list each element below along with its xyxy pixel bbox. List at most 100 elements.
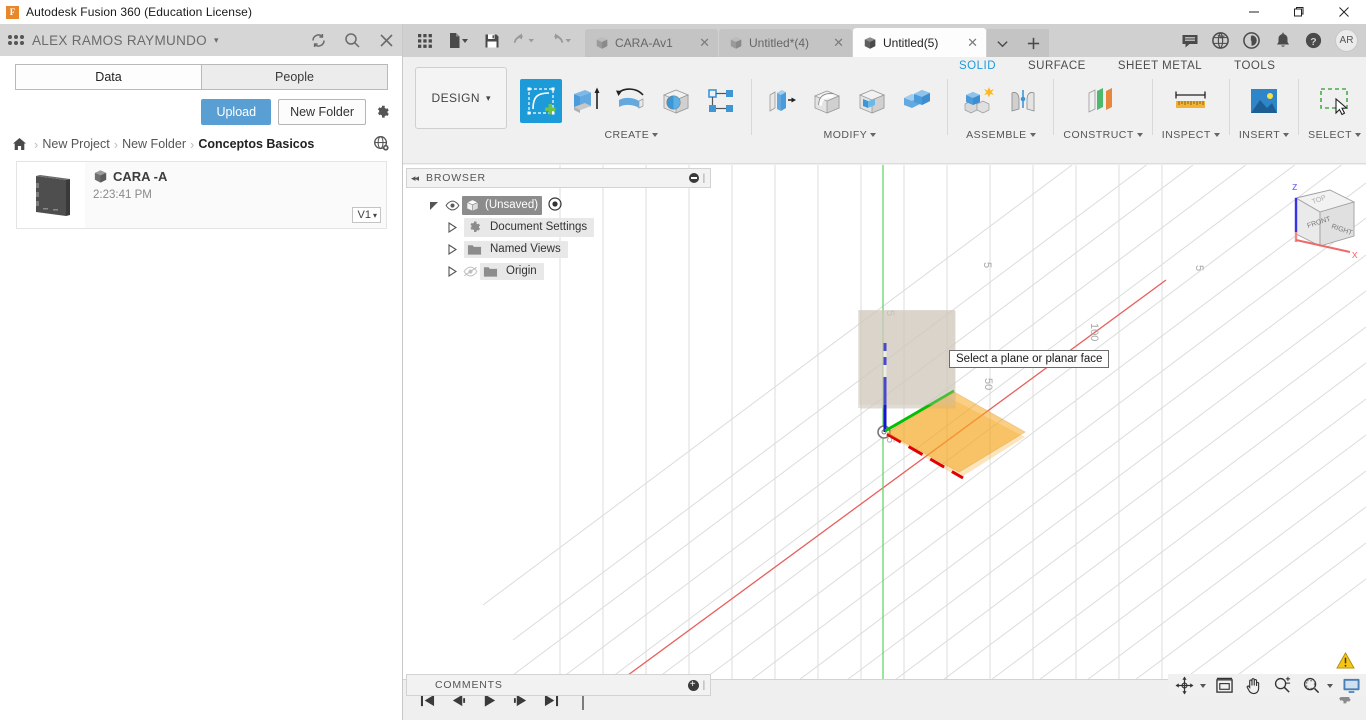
tab-people[interactable]: People <box>201 64 388 90</box>
panel-inspect-label[interactable]: INSPECT <box>1162 129 1220 141</box>
component-icon <box>730 37 742 49</box>
close-icon[interactable]: ✕ <box>697 35 712 51</box>
display-settings-icon[interactable] <box>1340 675 1363 696</box>
select-window-button[interactable] <box>1311 79 1359 123</box>
document-tab-untitled4[interactable]: Untitled*(4) ✕ <box>719 29 852 57</box>
home-icon[interactable] <box>12 136 30 152</box>
help-icon[interactable]: ? <box>1299 26 1328 55</box>
measure-button[interactable] <box>1166 79 1216 123</box>
fit-view-icon[interactable] <box>1213 675 1236 696</box>
panel-assemble-label[interactable]: ASSEMBLE <box>966 129 1036 141</box>
comments-icon[interactable] <box>1175 26 1204 55</box>
new-file-icon[interactable] <box>441 27 475 54</box>
panel-construct-label[interactable]: CONSTRUCT <box>1063 129 1143 141</box>
shell-button[interactable] <box>851 79 893 123</box>
panel-create-label[interactable]: CREATE <box>604 129 659 141</box>
visibility-hidden-icon[interactable] <box>460 266 480 277</box>
zoom-window-icon[interactable] <box>1300 675 1323 696</box>
resize-grip-icon[interactable]: | <box>703 680 706 691</box>
globe-share-icon[interactable] <box>1206 26 1235 55</box>
activate-radio-icon[interactable] <box>548 196 562 214</box>
panel-select: SELECT <box>1303 79 1366 141</box>
breadcrumb-item-project[interactable]: New Project <box>42 137 109 151</box>
tree-node-document-settings[interactable]: Document Settings <box>406 216 711 238</box>
new-folder-button[interactable]: New Folder <box>278 99 366 125</box>
panel-label-text: MODIFY <box>823 129 868 141</box>
new-tab-button[interactable] <box>1018 29 1049 57</box>
panel-create-items <box>520 79 742 127</box>
panel-modify-label[interactable]: MODIFY <box>823 129 877 141</box>
pan-icon[interactable] <box>1242 675 1265 696</box>
expand-arrow-icon[interactable] <box>444 243 460 255</box>
globe-icon[interactable] <box>373 135 391 153</box>
window-controls <box>1231 0 1366 24</box>
expand-arrow-icon[interactable] <box>426 200 442 211</box>
search-icon[interactable] <box>343 31 361 49</box>
close-panel-icon[interactable] <box>377 31 395 49</box>
tree-node-origin[interactable]: Origin <box>406 260 711 282</box>
collapse-icon[interactable]: ◂◂ <box>411 173 419 184</box>
plus-circle-icon[interactable]: + <box>687 679 699 691</box>
tree-node-unsaved[interactable]: (Unsaved) <box>406 194 711 216</box>
revolve-button[interactable] <box>610 79 652 123</box>
view-cube[interactable]: FRONT RIGHT TOP z x <box>1268 170 1364 275</box>
minus-circle-icon[interactable] <box>688 173 699 183</box>
expand-arrow-icon[interactable] <box>444 221 460 233</box>
list-item[interactable]: CARA -A 2:23:41 PM V1 ▾ <box>16 161 387 229</box>
breadcrumb-item-folder[interactable]: New Folder <box>122 137 186 151</box>
offset-plane-button[interactable] <box>1079 79 1127 123</box>
upload-button[interactable]: Upload <box>201 99 272 125</box>
team-grid-icon[interactable] <box>8 33 24 47</box>
sphere-button[interactable] <box>655 79 697 123</box>
save-icon[interactable] <box>478 27 505 54</box>
press-pull-button[interactable] <box>761 79 803 123</box>
user-name-label[interactable]: ALEX RAMOS RAYMUNDO <box>32 33 207 48</box>
panel-select-label[interactable]: SELECT <box>1308 129 1361 141</box>
pattern-button[interactable] <box>700 79 742 123</box>
zoom-icon[interactable] <box>1271 675 1294 696</box>
chevron-down-icon[interactable] <box>1200 683 1206 688</box>
extrude-button[interactable] <box>565 79 607 123</box>
minimize-icon[interactable] <box>1231 0 1276 24</box>
tab-overflow-icon[interactable] <box>987 29 1018 57</box>
gear-icon[interactable] <box>373 103 391 121</box>
redo-icon[interactable] <box>545 27 579 54</box>
tree-node-named-views[interactable]: Named Views <box>406 238 711 260</box>
job-status-icon[interactable] <box>1237 26 1266 55</box>
resize-grip-icon[interactable]: | <box>703 173 706 184</box>
version-badge[interactable]: V1 ▾ <box>351 207 381 223</box>
warning-triangle-icon[interactable] <box>1336 651 1355 674</box>
undo-icon[interactable] <box>508 27 542 54</box>
tab-surface[interactable]: SURFACE <box>1012 60 1102 72</box>
create-sketch-button[interactable] <box>520 79 563 123</box>
chevron-down-icon[interactable]: ▾ <box>214 35 219 46</box>
document-tab-cara[interactable]: CARA-Av1 ✕ <box>585 29 718 57</box>
combine-button[interactable] <box>896 79 938 123</box>
data-panel-header: ALEX RAMOS RAYMUNDO ▾ <box>0 24 403 56</box>
refresh-icon[interactable] <box>309 31 327 49</box>
close-icon[interactable]: ✕ <box>831 35 846 51</box>
tab-tools[interactable]: TOOLS <box>1218 60 1291 72</box>
insert-image-button[interactable] <box>1240 79 1288 123</box>
new-component-button[interactable] <box>957 79 999 123</box>
close-icon[interactable] <box>1321 0 1366 24</box>
expand-arrow-icon[interactable] <box>444 265 460 277</box>
joint-button[interactable] <box>1002 79 1044 123</box>
chevron-down-icon[interactable] <box>1327 683 1333 688</box>
tab-solid[interactable]: SOLID <box>943 60 1012 72</box>
fillet-button[interactable] <box>806 79 848 123</box>
visibility-eye-icon[interactable] <box>442 200 462 211</box>
avatar[interactable]: AR <box>1335 29 1358 52</box>
orbit-icon[interactable] <box>1173 675 1196 696</box>
breadcrumb-item-current[interactable]: Conceptos Basicos <box>198 137 314 151</box>
notifications-icon[interactable] <box>1268 26 1297 55</box>
close-icon[interactable]: ✕ <box>965 35 980 51</box>
workspace-label: DESIGN <box>431 91 480 105</box>
document-tab-untitled5[interactable]: Untitled(5) ✕ <box>853 28 986 57</box>
tab-sheet-metal[interactable]: SHEET METAL <box>1102 60 1218 72</box>
maximize-icon[interactable] <box>1276 0 1321 24</box>
workspace-switcher[interactable]: DESIGN ▾ <box>415 67 508 129</box>
tab-data[interactable]: Data <box>15 64 201 90</box>
panel-insert-label[interactable]: INSERT <box>1239 129 1290 141</box>
app-grid-icon[interactable] <box>411 27 438 54</box>
